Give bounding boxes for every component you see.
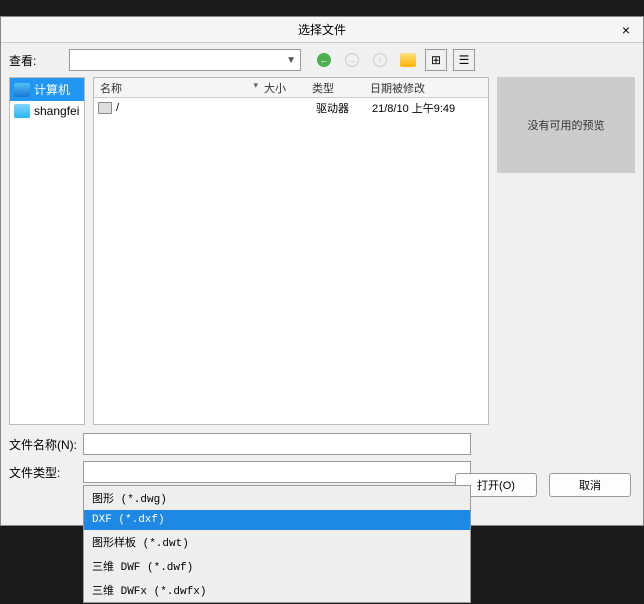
list-icon: ☰ [459, 53, 470, 67]
preview-text: 没有可用的预览 [528, 117, 605, 133]
up-button[interactable]: ↑ [369, 49, 391, 71]
cancel-button[interactable]: 取消 [549, 473, 631, 497]
back-button[interactable]: ← [313, 49, 335, 71]
back-icon: ← [317, 53, 331, 67]
forward-button[interactable]: → [341, 49, 363, 71]
drive-icon [98, 102, 112, 114]
sidebar-item-label: shangfei [34, 104, 79, 118]
chevron-down-icon: ▼ [286, 55, 296, 66]
row-type: 驱动器 [316, 100, 372, 116]
list-view-button[interactable]: ☰ [453, 49, 475, 71]
computer-icon [14, 83, 30, 97]
folder-icon [14, 104, 30, 118]
close-icon[interactable]: × [617, 21, 635, 39]
new-folder-icon [400, 53, 416, 67]
sidebar-item-label: 计算机 [34, 81, 70, 98]
titlebar: 选择文件 × [1, 17, 643, 43]
file-area: 名称 大小 类型 日期被修改 / 驱动器 21/8/10 上午9:49 没有可用… [85, 77, 635, 425]
button-row: 打开(O) 取消 [455, 473, 631, 497]
sidebar-item-user[interactable]: shangfei [10, 101, 84, 121]
up-icon: ↑ [373, 53, 387, 67]
row-date: 21/8/10 上午9:49 [372, 100, 488, 116]
new-folder-button[interactable] [397, 49, 419, 71]
filetype-option[interactable]: DXF (*.dxf) [84, 510, 470, 530]
forward-icon: → [345, 53, 359, 67]
icon-view-button[interactable]: ⊞ [425, 49, 447, 71]
filetype-option[interactable]: 三维 DWF (*.dwf) [84, 554, 470, 578]
file-list: 名称 大小 类型 日期被修改 / 驱动器 21/8/10 上午9:49 [93, 77, 489, 425]
filetype-dropdown: 图形 (*.dwg) DXF (*.dxf) 图形样板 (*.dwt) 三维 D… [83, 485, 471, 603]
filetype-option[interactable]: 图形样板 (*.dwt) [84, 530, 470, 554]
main-area: 计算机 shangfei 名称 大小 类型 日期被修改 / 驱动器 21/ [1, 77, 643, 425]
filetype-option[interactable]: 三维 DWFx (*.dwfx) [84, 578, 470, 602]
sidebar: 计算机 shangfei [9, 77, 85, 425]
filename-label: 文件名称(N): [9, 436, 83, 453]
dialog-title: 选择文件 [298, 21, 346, 38]
col-size[interactable]: 大小 [264, 80, 312, 96]
preview-pane: 没有可用的预览 [497, 77, 635, 173]
filetype-option[interactable]: 图形 (*.dwg) [84, 486, 470, 510]
toolbar: ← → ↑ ⊞ ☰ [313, 49, 475, 71]
col-date[interactable]: 日期被修改 [368, 80, 488, 96]
col-name[interactable]: 名称 [94, 80, 264, 96]
filetype-label: 文件类型: [9, 464, 83, 481]
filename-input[interactable] [83, 433, 471, 455]
filename-row: 文件名称(N): [9, 433, 635, 455]
sidebar-item-computer[interactable]: 计算机 [10, 78, 84, 101]
lookin-label: 查看: [9, 52, 63, 69]
row-name: / [116, 102, 119, 114]
grid-icon: ⊞ [431, 53, 441, 67]
col-type[interactable]: 类型 [312, 80, 368, 96]
lookin-row: 查看: ▼ ← → ↑ ⊞ ☰ [1, 43, 643, 77]
table-row[interactable]: / 驱动器 21/8/10 上午9:49 [94, 98, 488, 118]
file-dialog: 选择文件 × 查看: ▼ ← → ↑ ⊞ ☰ 计算机 shangfei [0, 16, 644, 526]
path-dropdown[interactable]: ▼ [69, 49, 301, 71]
list-header: 名称 大小 类型 日期被修改 [94, 78, 488, 98]
filetype-select[interactable] [83, 461, 471, 483]
